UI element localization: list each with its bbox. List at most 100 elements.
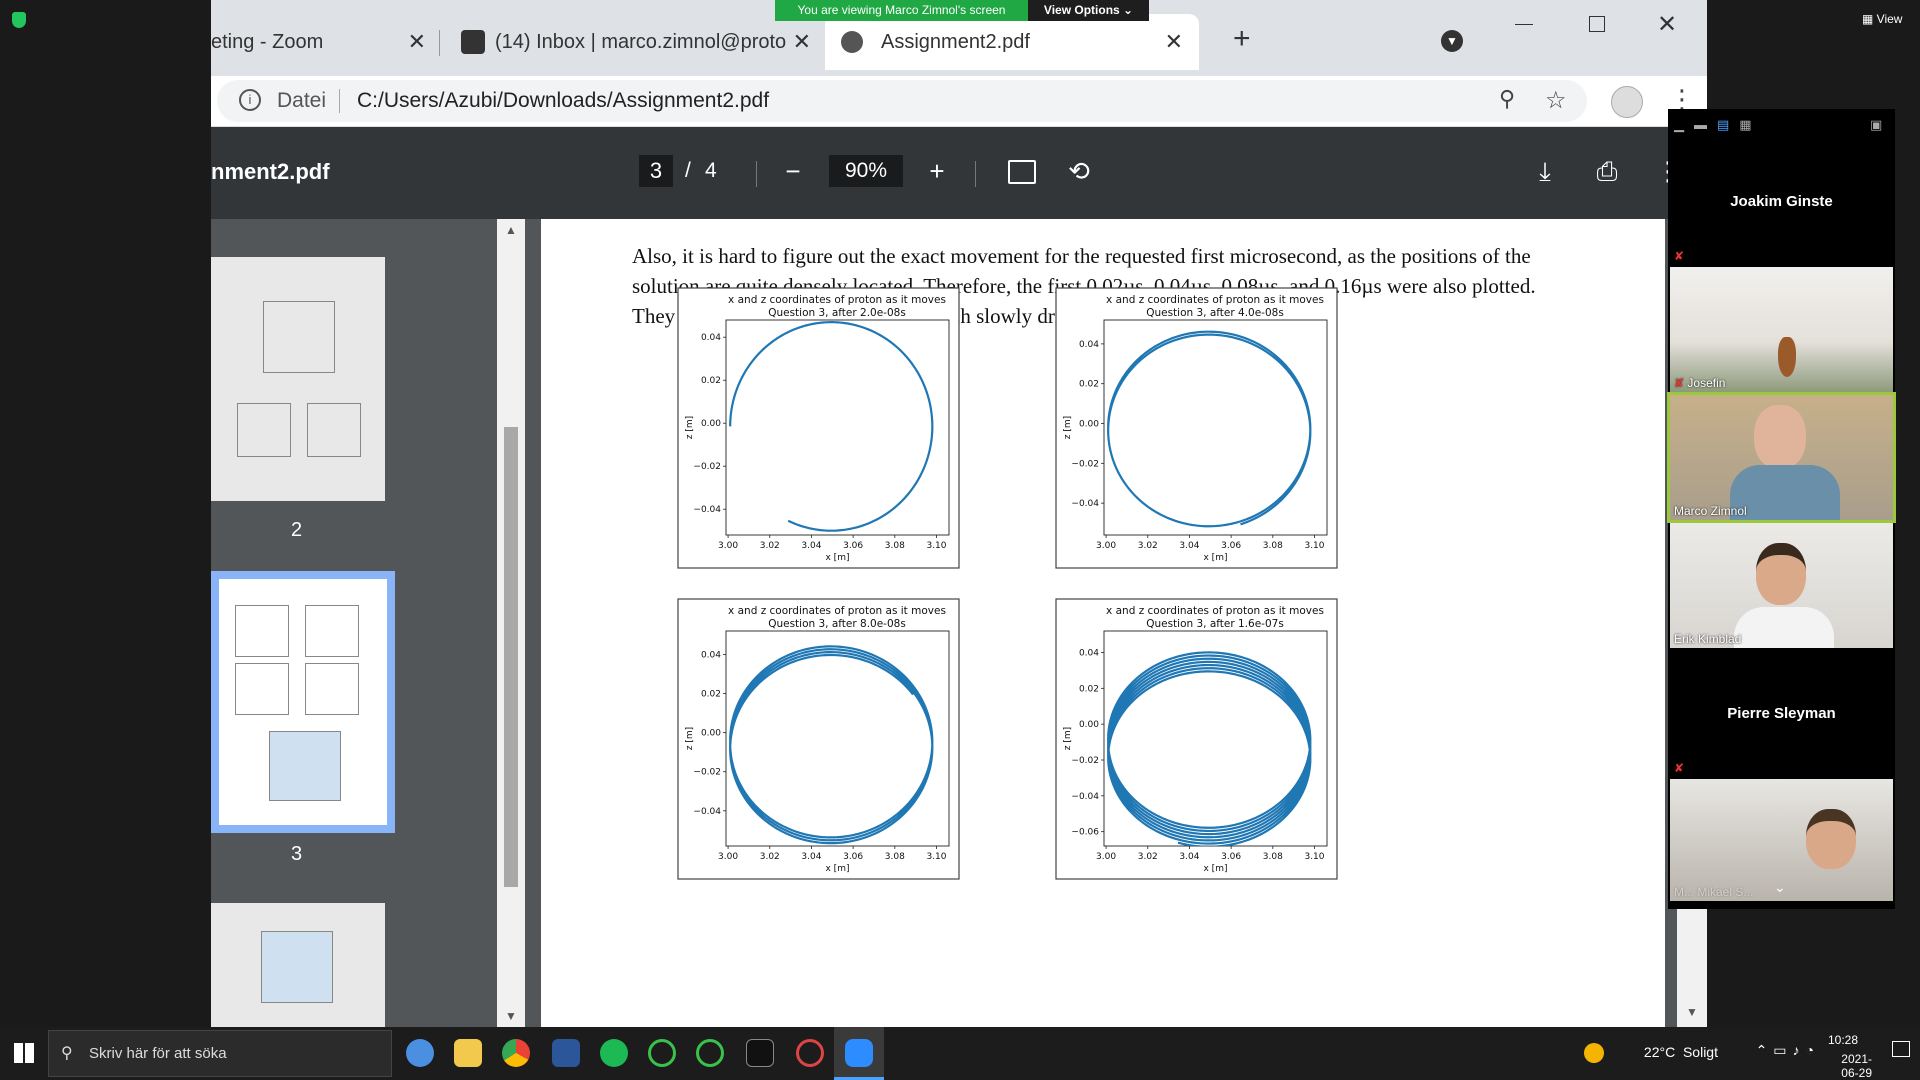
y-tick-label: −0.02 xyxy=(1071,459,1099,469)
scroll-down-icon[interactable]: ▼ xyxy=(505,1009,517,1023)
taskbar-app-icon[interactable] xyxy=(406,1039,434,1067)
scroll-thumb[interactable] xyxy=(504,427,518,887)
x-axis-label: x [m] xyxy=(826,864,850,874)
y-tick-label: −0.04 xyxy=(1071,792,1099,802)
fit-page-icon[interactable] xyxy=(1008,160,1036,184)
person-head xyxy=(1756,543,1806,605)
sidebar-scrollbar[interactable]: ▲ ▼ xyxy=(497,219,525,1027)
scroll-up-icon[interactable]: ▲ xyxy=(505,223,517,237)
person-head xyxy=(1754,405,1806,469)
video-tile-marco[interactable]: Marco Zimnol xyxy=(1667,392,1896,523)
divider xyxy=(756,161,757,187)
close-icon[interactable]: ✕ xyxy=(1165,14,1183,70)
y-tick-label: −0.04 xyxy=(1071,499,1099,509)
view-options-button[interactable]: View Options ⌄ xyxy=(1028,0,1149,21)
x-tick-label: 3.02 xyxy=(1138,541,1158,551)
profile-icon[interactable] xyxy=(1611,86,1643,118)
chart-subtitle: Question 3, after 1.6e-07s xyxy=(1146,618,1284,630)
thumbnail-page-4[interactable] xyxy=(211,903,385,1027)
y-tick-label: 0.02 xyxy=(1079,684,1099,694)
chart-4: x and z coordinates of proton as it move… xyxy=(1055,598,1338,880)
scroll-down-icon[interactable]: ▼ xyxy=(1686,1005,1698,1019)
thumbnail-page-2[interactable] xyxy=(211,257,385,501)
address-bar: i Datei C:/Users/Azubi/Downloads/Assignm… xyxy=(211,76,1707,127)
mic-muted-icon: ✘ xyxy=(1674,376,1688,390)
close-icon[interactable]: ✕ xyxy=(408,14,426,70)
y-tick-label: −0.04 xyxy=(693,807,721,817)
download-icon[interactable]: ⤓ xyxy=(1525,151,1565,191)
minimize-icon[interactable] xyxy=(1515,24,1533,25)
y-tick-label: 0.04 xyxy=(1079,340,1099,350)
chart-subtitle: Question 3, after 2.0e-08s xyxy=(768,307,906,319)
x-tick-label: 3.06 xyxy=(843,541,863,551)
notification-icon[interactable] xyxy=(1892,1041,1910,1057)
maximize-icon[interactable] xyxy=(1589,16,1605,32)
weather-text[interactable]: 22°C Soligt xyxy=(1644,1044,1718,1060)
y-axis-label: z [m] xyxy=(1063,416,1073,439)
terminal-icon[interactable] xyxy=(746,1039,774,1067)
x-tick-label: 3.04 xyxy=(801,852,821,862)
search-icon: ⚲ xyxy=(61,1045,73,1062)
x-tick-label: 3.10 xyxy=(1304,541,1324,551)
video-tile-last[interactable]: M... Mikael S... ⌄ xyxy=(1670,779,1893,901)
zoom-input[interactable]: 90% xyxy=(829,155,903,187)
tab-zoom[interactable]: eting - Zoom ✕ xyxy=(211,14,426,70)
file-explorer-icon[interactable] xyxy=(454,1039,482,1067)
share-message: You are viewing Marco Zimnol's screen xyxy=(775,0,1028,21)
zoom-search-icon[interactable]: ⚲ xyxy=(1499,86,1515,112)
thumbnail-sidebar: 2 3 xyxy=(211,219,529,1027)
close-icon[interactable]: ✕ xyxy=(793,14,811,70)
video-tile-erik[interactable]: Erik Kimblad xyxy=(1670,523,1893,648)
y-tick-label: −0.02 xyxy=(693,768,721,778)
new-tab-icon[interactable]: + xyxy=(1233,22,1251,56)
tab-search-icon[interactable]: ▼ xyxy=(1441,30,1463,52)
zoom-shield-icon xyxy=(12,12,26,28)
chrome-icon[interactable] xyxy=(502,1039,530,1067)
video-tile-josefin[interactable]: ✘ Josefin xyxy=(1670,267,1893,392)
x-axis-label: x [m] xyxy=(826,553,850,563)
x-axis-label: x [m] xyxy=(1204,864,1228,874)
rotate-icon[interactable]: ⟲ xyxy=(1059,151,1099,191)
word-icon[interactable] xyxy=(552,1039,580,1067)
close-window-icon[interactable]: ✕ xyxy=(1657,10,1677,39)
tray-icons[interactable]: ⌃▭♪◔ xyxy=(1756,1042,1820,1059)
page-input[interactable]: 3 xyxy=(639,155,673,187)
info-icon: i xyxy=(239,89,261,111)
guitar-shape xyxy=(1778,337,1796,377)
app-icon[interactable] xyxy=(648,1039,676,1067)
spotify-icon[interactable] xyxy=(600,1039,628,1067)
y-axis-label: z [m] xyxy=(1063,727,1073,750)
taskbar-search[interactable]: ⚲ Skriv här för att söka xyxy=(48,1030,392,1077)
tab-inbox[interactable]: (14) Inbox | marco.zimnol@proto ✕ xyxy=(457,14,811,70)
thumbnail-page-3[interactable] xyxy=(211,571,395,833)
zoom-view-button[interactable]: ▦ View xyxy=(1862,12,1902,26)
app-icon[interactable] xyxy=(696,1039,724,1067)
zoom-out-icon[interactable]: − xyxy=(773,151,813,191)
thumb-figure xyxy=(305,605,359,657)
y-tick-label: −0.06 xyxy=(1071,828,1099,838)
zoom-in-icon[interactable]: + xyxy=(917,151,957,191)
zoom-taskbar-button[interactable] xyxy=(834,1027,884,1080)
omnibox[interactable]: i Datei C:/Users/Azubi/Downloads/Assignm… xyxy=(217,80,1587,122)
windows-start-icon[interactable] xyxy=(14,1043,34,1063)
tab-assignment[interactable]: Assignment2.pdf ✕ xyxy=(825,14,1199,70)
zoom-share-bar: You are viewing Marco Zimnol's screen Vi… xyxy=(775,0,1149,21)
x-tick-label: 3.10 xyxy=(926,541,946,551)
clock-date[interactable]: 2021-06-29 xyxy=(1841,1052,1872,1080)
star-icon[interactable]: ☆ xyxy=(1545,86,1567,115)
layout-icons[interactable]: ▁▬▤▦ xyxy=(1674,117,1762,133)
x-tick-label: 3.04 xyxy=(1179,852,1199,862)
print-icon[interactable]: ⎙ xyxy=(1587,151,1627,191)
url-text[interactable]: C:/Users/Azubi/Downloads/Assignment2.pdf xyxy=(357,89,769,113)
video-name: M... Mikael S... xyxy=(1674,885,1754,899)
chart-title: x and z coordinates of proton as it move… xyxy=(1106,294,1324,306)
app-icon[interactable] xyxy=(796,1039,824,1067)
chevron-down-icon[interactable]: ⌄ xyxy=(1774,879,1786,896)
thumb-figure xyxy=(263,301,335,373)
clock-time[interactable]: 10:28 xyxy=(1828,1033,1858,1047)
panel-toggle-icon[interactable]: ▣ xyxy=(1870,117,1882,133)
y-tick-label: 0.02 xyxy=(701,690,721,700)
page-total: 4 xyxy=(705,159,717,182)
mic-muted-icon: ✘ xyxy=(1674,249,1685,263)
y-tick-label: −0.02 xyxy=(693,462,721,472)
